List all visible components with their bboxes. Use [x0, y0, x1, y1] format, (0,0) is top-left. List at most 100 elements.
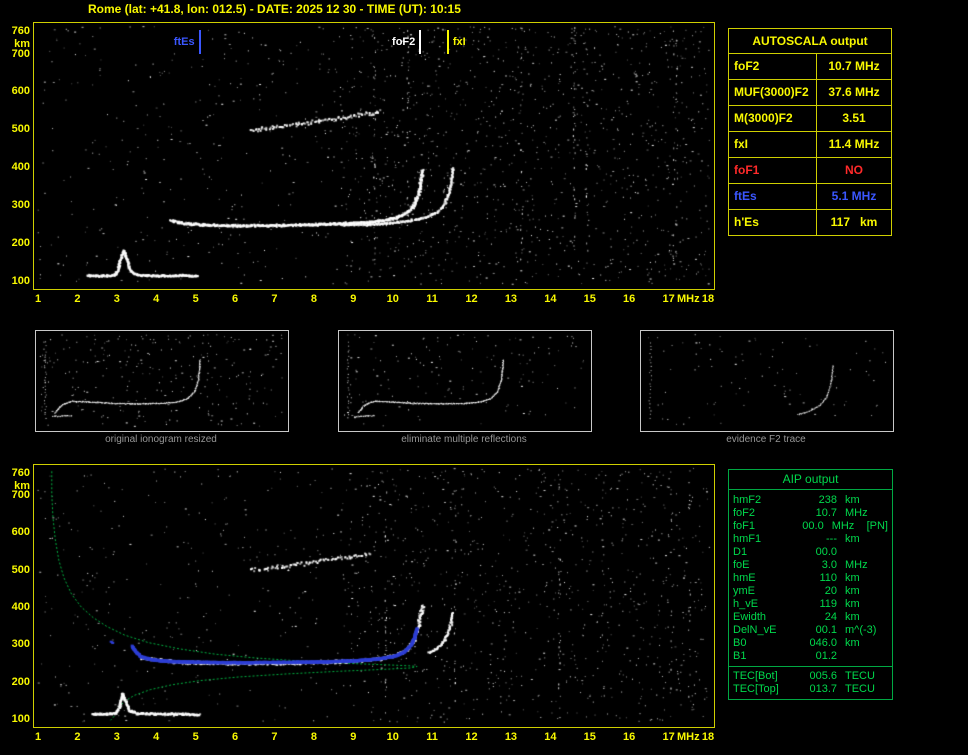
aip-unit — [837, 546, 885, 559]
x-axis-tick: 5 — [183, 731, 209, 743]
aip-row-TEC[Bot]: TEC[Bot]005.6TECU — [729, 670, 892, 683]
x-axis-tick: 6 — [222, 293, 248, 305]
y-axis-tick: 700 — [2, 489, 30, 501]
y-axis-tick: 300 — [2, 199, 30, 211]
autoscala-window: Rome (lat: +41.8, lon: 012.5) - DATE: 20… — [0, 0, 968, 755]
aip-unit: km — [837, 494, 885, 507]
aip-value: 00.0 — [797, 546, 837, 559]
aip-label: ymE — [729, 585, 797, 598]
aip-unit: km — [837, 637, 885, 650]
aip-note — [885, 572, 892, 585]
y-axis-tick: 400 — [2, 161, 30, 173]
aip-value: 3.0 — [797, 559, 837, 572]
aip-note — [885, 598, 892, 611]
x-axis-tick: 10 — [380, 731, 406, 743]
aip-value: 013.7 — [797, 683, 837, 696]
page-title: Rome (lat: +41.8, lon: 012.5) - DATE: 20… — [88, 2, 461, 16]
aip-value: 005.6 — [797, 670, 837, 683]
aip-value: 110 — [797, 572, 837, 585]
autoscala-row-value: 117 km — [817, 210, 891, 235]
x-axis-tick: 15 — [577, 731, 603, 743]
x-axis-tick: 8 — [301, 731, 327, 743]
autoscala-row-label: M(3000)F2 — [729, 106, 817, 131]
x-axis-tick: 2 — [64, 293, 90, 305]
x-axis-tick: 9 — [340, 731, 366, 743]
x-axis-tick: 15 — [577, 293, 603, 305]
aip-note — [885, 650, 892, 663]
thumbnail-original-ionogram — [35, 330, 289, 432]
aip-note — [885, 611, 892, 624]
thumbnail-canvas-reflections — [339, 331, 589, 429]
aip-unit: MHz — [824, 520, 867, 533]
aip-label: B0 — [729, 637, 797, 650]
aip-row-B1: B101.2 — [729, 650, 892, 663]
autoscala-row-value: 37.6 MHz — [817, 80, 891, 105]
aip-unit: km — [837, 572, 885, 585]
aip-row-TEC[Top]: TEC[Top]013.7TECU — [729, 683, 892, 696]
aip-label: h_vE — [729, 598, 797, 611]
aip-unit: MHz — [837, 559, 885, 572]
y-axis-tick: 400 — [2, 601, 30, 613]
aip-row-hmF1: hmF1---km — [729, 533, 892, 546]
aip-label: hmF1 — [729, 533, 797, 546]
autoscala-row-MUF(3000)F2: MUF(3000)F237.6 MHz — [729, 80, 891, 106]
aip-note — [885, 507, 892, 520]
aip-row-D1: D100.0 — [729, 546, 892, 559]
aip-value: --- — [797, 533, 837, 546]
marker-ftEs-label: ftEs — [151, 36, 195, 48]
aip-row-hmF2: hmF2238km — [729, 494, 892, 507]
aip-table-tec-rows: TEC[Bot]005.6TECUTEC[Top]013.7TECU — [729, 666, 892, 699]
y-axis-tick: 500 — [2, 564, 30, 576]
thumbnail-canvas-f2 — [641, 331, 891, 429]
autoscala-row-label: h'Es — [729, 210, 817, 235]
x-axis-tick: 1 — [25, 731, 51, 743]
aip-label: hmF2 — [729, 494, 797, 507]
ionogram-canvas-bottom — [34, 465, 712, 725]
autoscala-row-label: fxI — [729, 132, 817, 157]
x-axis-tick: 13 — [498, 293, 524, 305]
aip-unit: km — [837, 611, 885, 624]
autoscala-row-label: foF2 — [729, 54, 817, 79]
autoscala-row-value: 5.1 MHz — [817, 184, 891, 209]
x-axis-tick: 4 — [143, 293, 169, 305]
y-axis-tick: 200 — [2, 237, 30, 249]
autoscala-row-value: 11.4 MHz — [817, 132, 891, 157]
y-axis-tick: 600 — [2, 526, 30, 538]
x-axis-tick: 9 — [340, 293, 366, 305]
aip-label: Ewidth — [729, 611, 797, 624]
x-axis-tick: 8 — [301, 293, 327, 305]
aip-row-hmE: hmE110km — [729, 572, 892, 585]
x-axis-unit-label: MHz — [675, 731, 701, 743]
aip-value: 01.2 — [797, 650, 837, 663]
ionogram-canvas-top — [34, 23, 712, 287]
y-axis-tick: 760 — [2, 467, 30, 479]
aip-row-h_vE: h_vE119km — [729, 598, 892, 611]
autoscala-row-label: MUF(3000)F2 — [729, 80, 817, 105]
aip-value: 10.7 — [797, 507, 837, 520]
marker-foF2-label: foF2 — [371, 36, 415, 48]
x-axis-tick: 11 — [419, 731, 445, 743]
marker-fxI-label: fxI — [453, 36, 499, 48]
thumbnail-caption-f2: evidence F2 trace — [640, 434, 892, 445]
aip-value: 238 — [797, 494, 837, 507]
autoscala-row-value: NO — [817, 158, 891, 183]
aip-row-DelN_vE: DelN_vE00.1m^(-3) — [729, 624, 892, 637]
marker-foF2-line — [419, 30, 421, 54]
aip-note — [885, 559, 892, 572]
aip-label: DelN_vE — [729, 624, 797, 637]
aip-output-table: AIP output hmF2238kmfoF210.7MHzfoF100.0M… — [728, 469, 893, 700]
y-axis-tick: 760 — [2, 25, 30, 37]
y-axis-tick: 500 — [2, 123, 30, 135]
aip-note — [885, 637, 892, 650]
aip-value: 046.0 — [797, 637, 837, 650]
x-axis-tick: 3 — [104, 731, 130, 743]
autoscala-row-ftEs: ftEs5.1 MHz — [729, 184, 891, 210]
aip-unit: km — [837, 585, 885, 598]
aip-unit: m^(-3) — [837, 624, 885, 637]
autoscala-row-label: foF1 — [729, 158, 817, 183]
y-axis-tick: 600 — [2, 85, 30, 97]
y-axis-tick: 200 — [2, 676, 30, 688]
autoscala-row-foF2: foF210.7 MHz — [729, 54, 891, 80]
x-axis-tick: 10 — [380, 293, 406, 305]
aip-unit: TECU — [837, 683, 885, 696]
